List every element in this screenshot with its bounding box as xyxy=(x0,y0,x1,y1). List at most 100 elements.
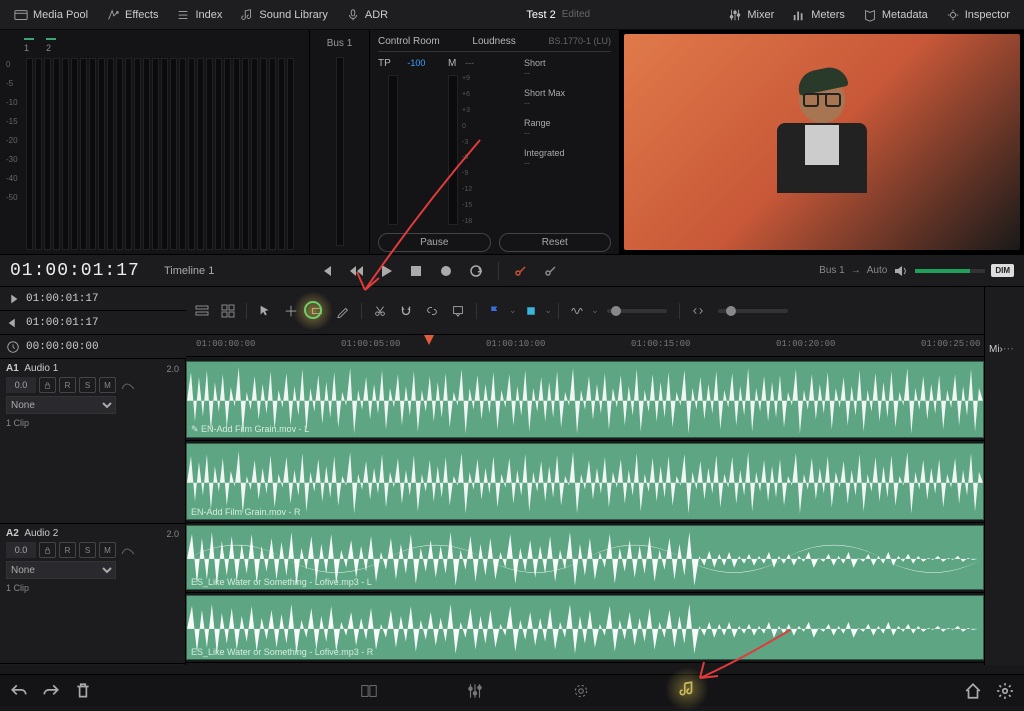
out-tc[interactable]: 01:00:01:17 xyxy=(20,317,105,329)
flag-cyan-tool[interactable] xyxy=(519,301,543,321)
redo-icon[interactable] xyxy=(42,682,60,700)
right-mix-label[interactable]: Mi› xyxy=(989,344,1003,355)
play-button[interactable] xyxy=(378,263,394,279)
edited-status: Edited xyxy=(562,9,590,20)
video-preview[interactable] xyxy=(620,30,1024,254)
in-out-area: 01:00:01:17 01:00:01:17 00:00:00:00 ⌄ xyxy=(0,287,1024,359)
timecode-main[interactable]: 01:00:01:17 xyxy=(10,261,150,281)
mixer-label: Mixer xyxy=(747,9,774,21)
clip-a2-l[interactable]: ES_Like Water or Something - Lofive.mp3 … xyxy=(186,525,984,590)
playhead[interactable] xyxy=(424,335,434,345)
loop-button[interactable] xyxy=(468,263,484,279)
ruler[interactable]: 01:00:00:00 01:00:05:00 01:00:10:00 01:0… xyxy=(186,335,984,357)
ch1-label: 1 xyxy=(24,43,29,53)
page-fusion-icon[interactable] xyxy=(572,682,590,700)
right-gutter xyxy=(984,359,1024,665)
lock-button[interactable] xyxy=(39,542,56,558)
marker-tool[interactable] xyxy=(446,301,470,321)
settings-icon[interactable] xyxy=(996,682,1014,700)
meters-icon xyxy=(792,8,806,22)
timeline-name: Timeline 1 xyxy=(164,265,304,277)
curve-icon[interactable] xyxy=(119,377,137,393)
gain-box[interactable]: 0.0 xyxy=(6,542,36,558)
meters-label: Meters xyxy=(811,9,845,21)
crosshair-tool[interactable] xyxy=(279,301,303,321)
solo-button[interactable]: S xyxy=(79,542,96,558)
arm-button[interactable]: R xyxy=(59,377,76,393)
reset-button[interactable]: Reset xyxy=(499,233,612,252)
page-edit-icon[interactable] xyxy=(466,682,484,700)
speaker-icon[interactable] xyxy=(893,263,909,279)
volume-slider[interactable] xyxy=(915,269,985,273)
dim-button[interactable]: DIM xyxy=(991,264,1014,277)
zoom-slider-left[interactable] xyxy=(607,309,667,313)
mute-button[interactable]: M xyxy=(99,377,116,393)
snap-tool[interactable] xyxy=(394,301,418,321)
link-tool[interactable] xyxy=(420,301,444,321)
short-label: Short xyxy=(524,58,565,68)
automation-read-icon[interactable] xyxy=(543,263,559,279)
waveform-tool[interactable] xyxy=(565,301,589,321)
fx-select[interactable]: None xyxy=(6,561,116,579)
metadata-button[interactable]: Metadata xyxy=(857,4,934,26)
loudness-standard: BS.1770-1 (LU) xyxy=(548,36,611,47)
tp-value: -100 xyxy=(393,58,425,68)
rewind-button[interactable] xyxy=(348,263,364,279)
range-tool[interactable] xyxy=(305,301,329,321)
curve-icon[interactable] xyxy=(119,542,137,558)
go-start-button[interactable] xyxy=(318,263,334,279)
clock-icon xyxy=(6,340,20,354)
page-fairlight-icon[interactable] xyxy=(678,680,696,701)
arm-button[interactable]: R xyxy=(59,542,76,558)
undo-icon[interactable] xyxy=(10,682,28,700)
stop-button[interactable] xyxy=(408,263,424,279)
pointer-tool[interactable] xyxy=(253,301,277,321)
track-headers: A1 Audio 12.0 0.0 R S M None 1 Clip A2 A… xyxy=(0,359,186,665)
cut-tool[interactable] xyxy=(368,301,392,321)
index-button[interactable]: Index xyxy=(170,4,228,26)
bus-route[interactable]: Bus 1→Auto DIM xyxy=(819,263,1014,279)
clip-label: ✎ EN-Add Film Grain.mov - L xyxy=(191,424,309,435)
media-pool-label: Media Pool xyxy=(33,9,88,21)
timeline-area: A1 Audio 12.0 0.0 R S M None 1 Clip A2 A… xyxy=(0,359,1024,665)
record-button[interactable] xyxy=(438,263,454,279)
dur-tc[interactable]: 00:00:00:00 xyxy=(20,341,105,353)
home-icon[interactable] xyxy=(964,682,982,700)
flag-blue-tool[interactable] xyxy=(483,301,507,321)
gain-box[interactable]: 0.0 xyxy=(6,377,36,393)
adr-button[interactable]: ADR xyxy=(340,4,394,26)
clip-a1-r[interactable]: EN-Add Film Grain.mov - R xyxy=(186,443,984,520)
mixer-button[interactable]: Mixer xyxy=(722,4,780,26)
adr-label: ADR xyxy=(365,9,388,21)
automation-write-icon[interactable] xyxy=(513,263,529,279)
grid-view-button[interactable] xyxy=(216,301,240,321)
trash-icon[interactable] xyxy=(74,682,92,700)
clip-a2-r[interactable]: ES_Like Water or Something - Lofive.mp3 … xyxy=(186,595,984,660)
mute-button[interactable]: M xyxy=(99,542,116,558)
bottom-bar xyxy=(0,674,1024,706)
media-pool-button[interactable]: Media Pool xyxy=(8,4,94,26)
page-media-icon[interactable] xyxy=(360,682,378,700)
tracks-canvas[interactable]: ✎ EN-Add Film Grain.mov - L EN-Add Film … xyxy=(186,359,984,665)
index-icon xyxy=(176,8,190,22)
topbar: Media Pool Effects Index Sound Library A… xyxy=(0,0,1024,30)
track-header-a1[interactable]: A1 Audio 12.0 0.0 R S M None 1 Clip xyxy=(0,359,185,524)
sound-library-button[interactable]: Sound Library xyxy=(234,4,334,26)
track-header-a2[interactable]: A2 Audio 22.0 0.0 R S M None 1 Clip xyxy=(0,524,185,664)
expand-tool[interactable] xyxy=(686,301,710,321)
zoom-slider-right[interactable] xyxy=(718,309,788,313)
pause-button[interactable]: Pause xyxy=(378,233,491,252)
inspector-button[interactable]: Inspector xyxy=(940,4,1016,26)
effects-button[interactable]: Effects xyxy=(100,4,164,26)
clip-a1-l[interactable]: ✎ EN-Add Film Grain.mov - L xyxy=(186,361,984,438)
in-tc[interactable]: 01:00:01:17 xyxy=(20,293,105,305)
pencil-tool[interactable] xyxy=(331,301,355,321)
mixer-meters: 1 2 0-5-10-15-20-30-40-50 xyxy=(0,30,310,254)
fx-select[interactable]: None xyxy=(6,396,116,414)
media-pool-icon xyxy=(14,8,28,22)
timeline-view-button[interactable] xyxy=(190,301,214,321)
lock-button[interactable] xyxy=(39,377,56,393)
meters-button[interactable]: Meters xyxy=(786,4,851,26)
clip-count: 1 Clip xyxy=(6,418,179,428)
solo-button[interactable]: S xyxy=(79,377,96,393)
